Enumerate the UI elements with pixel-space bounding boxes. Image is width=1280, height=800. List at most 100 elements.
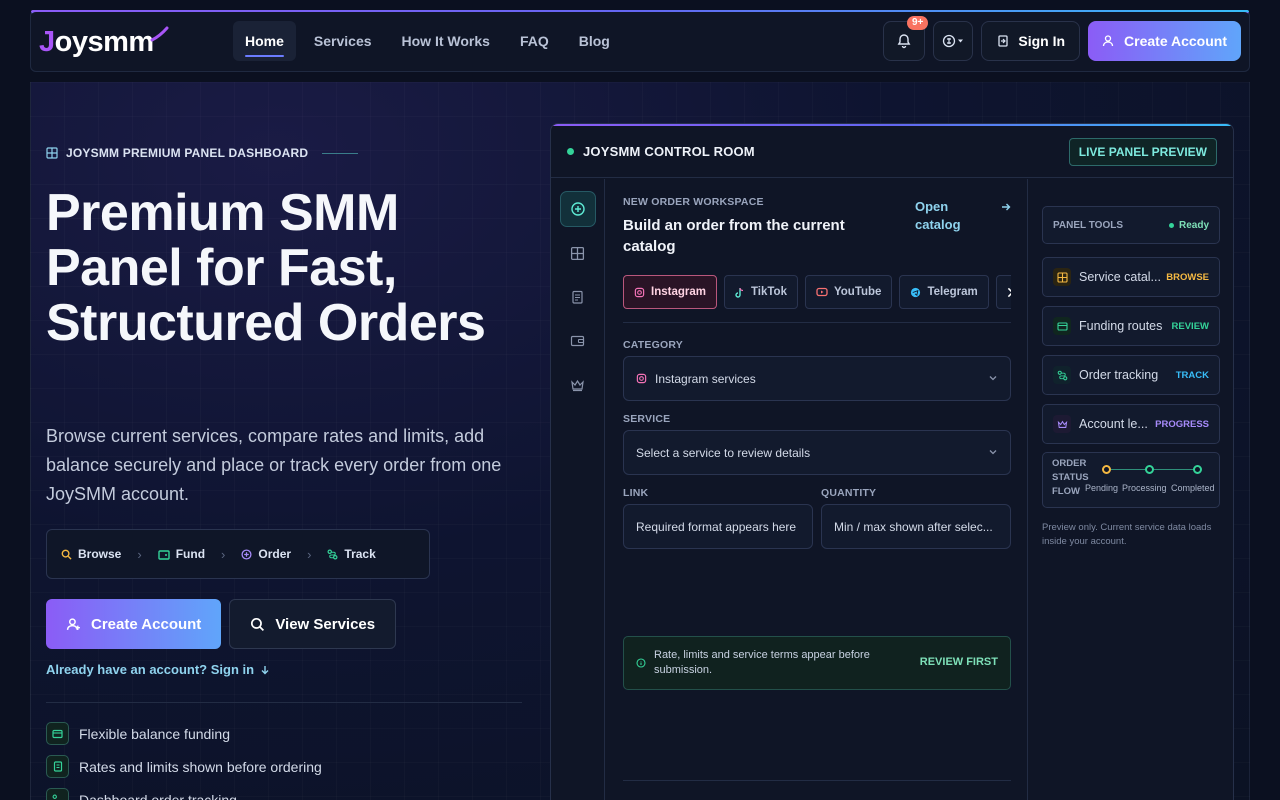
step-track: Track <box>327 547 376 561</box>
chevron-right-icon: › <box>221 546 226 562</box>
rail-new-order[interactable] <box>559 191 596 227</box>
tool-order-tracking[interactable]: Order tracking TRACK <box>1042 355 1220 395</box>
quantity-placeholder: Min / max shown after selec... <box>834 519 993 534</box>
flow-step-processing: Processing <box>1122 483 1167 493</box>
nav-blog[interactable]: Blog <box>567 21 622 61</box>
service-label: SERVICE <box>623 413 671 425</box>
chevron-right-icon: › <box>307 546 312 562</box>
quantity-label: QUANTITY <box>821 487 877 499</box>
nav-how-it-works[interactable]: How It Works <box>390 21 502 61</box>
step-order-label: Order <box>258 547 292 561</box>
chevron-down-icon <box>989 450 997 455</box>
nav-home[interactable]: Home <box>233 21 296 61</box>
plus-circle-icon <box>570 202 585 216</box>
nav-services[interactable]: Services <box>302 21 384 61</box>
rail-wallet[interactable] <box>560 323 596 359</box>
platform-youtube[interactable]: YouTube <box>804 275 893 309</box>
logo-text: oysmm <box>54 25 155 58</box>
search-icon <box>61 549 72 560</box>
flow-node-pending <box>1102 465 1111 474</box>
feature-item: Dashboard order tracking <box>46 788 322 800</box>
user-plus-icon <box>1102 35 1114 47</box>
panel-tools-column: PANEL TOOLS Ready Service catal... BROWS… <box>1027 179 1233 800</box>
category-select[interactable]: Instagram services <box>623 356 1011 401</box>
search-icon <box>251 617 265 631</box>
tool-account-level[interactable]: Account le... PROGRESS <box>1042 404 1220 444</box>
flow-line <box>1149 469 1197 470</box>
tool-service-catalog[interactable]: Service catal... BROWSE <box>1042 257 1220 297</box>
create-account-button[interactable]: Create Account <box>1088 21 1241 61</box>
ready-dot <box>1168 222 1174 228</box>
hero-create-account-button[interactable]: Create Account <box>46 599 222 649</box>
tool-funding-routes[interactable]: Funding routes REVIEW <box>1042 306 1220 346</box>
grid-icon <box>570 246 585 260</box>
instagram-icon <box>634 287 645 297</box>
currency-selector[interactable] <box>933 21 974 61</box>
flow-step-completed: Completed <box>1171 483 1215 493</box>
view-services-label: View Services <box>275 615 376 633</box>
workspace-bottom-divider <box>623 780 1011 781</box>
signin-link-text: Already have an account? Sign in <box>46 662 255 677</box>
view-services-button[interactable]: View Services <box>229 599 397 649</box>
tool-tag-browse: BROWSE <box>1166 271 1209 283</box>
hero-title: Premium SMM Panel for Fast, Structured O… <box>46 184 486 352</box>
arrow-right-icon <box>1002 203 1011 211</box>
nav-faq[interactable]: FAQ <box>508 21 561 61</box>
open-catalog-link[interactable]: Open catalog <box>915 198 1011 234</box>
preview-note: Preview only. Current service data loads… <box>1042 522 1212 547</box>
platform-label: TikTok <box>750 286 787 298</box>
tool-label: Account le... <box>1079 417 1148 431</box>
top-navbar: Joysmm Home Services How It Works FAQ Bl… <box>30 10 1250 72</box>
platform-telegram[interactable]: Telegram <box>899 275 989 309</box>
step-browse-label: Browse <box>78 547 122 561</box>
create-account-label: Create Account <box>1124 33 1227 49</box>
process-steps: Browse › Fund › Order › Track <box>46 529 430 579</box>
hero-create-account-label: Create Account <box>91 615 202 633</box>
rail-services[interactable] <box>560 235 596 271</box>
panel-header: JOYSMM CONTROL ROOM LIVE PANEL PREVIEW <box>551 126 1233 178</box>
new-order-workspace: NEW ORDER WORKSPACE Build an order from … <box>623 196 1011 690</box>
link-input[interactable]: Required format appears here <box>623 504 813 549</box>
platform-x[interactable]: X <box>995 275 1011 309</box>
feature-label: Dashboard order tracking <box>79 791 237 800</box>
tiktok-icon <box>735 287 744 298</box>
step-order: Order <box>241 547 291 561</box>
plus-circle-icon <box>241 548 252 560</box>
tool-label: Order tracking <box>1079 368 1159 382</box>
instagram-icon <box>636 373 647 384</box>
step-fund: Fund <box>158 547 205 561</box>
joysmm-logo[interactable]: Joysmm <box>39 24 170 60</box>
platform-instagram[interactable]: Instagram <box>623 275 717 309</box>
feature-list: Flexible balance funding Rates and limit… <box>46 722 322 800</box>
notifications-button[interactable]: 9+ <box>883 16 929 61</box>
signin-link[interactable]: Already have an account? Sign in <box>46 662 270 677</box>
rail-account-level[interactable] <box>560 367 596 403</box>
youtube-icon <box>816 287 828 297</box>
step-track-label: Track <box>344 547 376 561</box>
hero-eyebrow: JOYSMM PREMIUM PANEL DASHBOARD <box>46 146 359 160</box>
workspace-divider <box>623 322 1011 323</box>
open-catalog-label: Open catalog <box>915 199 961 232</box>
flow-node-completed <box>1193 465 1202 474</box>
crown-icon <box>1053 415 1071 433</box>
platform-label: Instagram <box>651 286 706 298</box>
info-text: Rate, limits and service terms appear be… <box>654 649 870 676</box>
platform-tabs: Instagram TikTok YouTube Telegram X <box>623 275 1011 309</box>
review-first-action[interactable]: REVIEW FIRST <box>920 656 998 668</box>
quantity-input[interactable]: Min / max shown after selec... <box>821 504 1011 549</box>
platform-tiktok[interactable]: TikTok <box>723 275 798 309</box>
wallet-icon <box>570 335 585 347</box>
rail-orders[interactable] <box>560 279 596 315</box>
wallet-icon <box>1053 317 1071 335</box>
bell-icon <box>897 34 911 49</box>
category-label: CATEGORY <box>623 339 683 351</box>
x-logo-icon <box>1007 287 1011 297</box>
tool-label: Service catal... <box>1079 270 1161 284</box>
flow-node-processing <box>1145 465 1154 474</box>
info-icon <box>636 658 646 668</box>
sign-in-button[interactable]: Sign In <box>981 21 1081 61</box>
service-select[interactable]: Select a service to review details <box>623 430 1011 475</box>
eyebrow-line <box>322 152 359 154</box>
order-status-flow: ORDER STATUS FLOW Pending Processing Com… <box>1042 452 1220 508</box>
ready-status: Ready <box>1168 220 1209 231</box>
